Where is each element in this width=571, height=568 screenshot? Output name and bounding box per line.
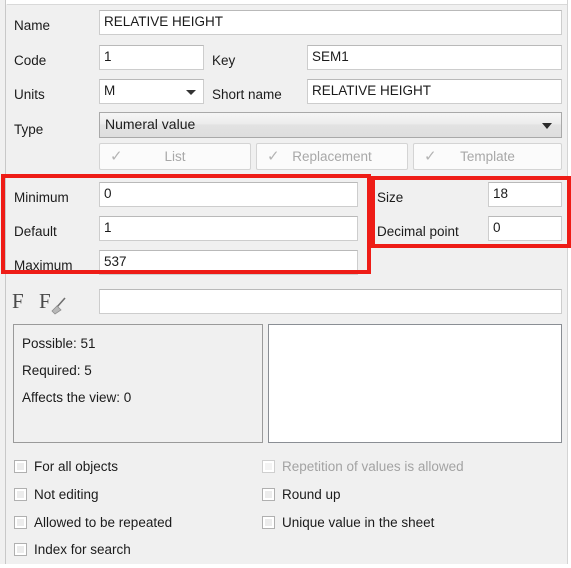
checkbox-box[interactable] <box>262 460 275 473</box>
list-button-label: List <box>164 149 186 164</box>
decimal-point-label: Decimal point <box>377 224 459 239</box>
list-button[interactable]: ✓ List <box>99 143 251 170</box>
checkbox-label: Round up <box>282 487 341 502</box>
name-input[interactable]: RELATIVE HEIGHT <box>99 10 562 35</box>
checkbox-repetition-of-values-is-allowed[interactable]: Repetition of values is allowed <box>262 459 464 474</box>
key-input[interactable]: SEM1 <box>307 45 562 70</box>
check-icon: ✓ <box>267 147 280 165</box>
size-input[interactable]: 18 <box>488 182 562 207</box>
window-frame-right <box>567 0 571 568</box>
checkbox-label: Repetition of values is allowed <box>282 459 464 474</box>
maximum-label: Maximum <box>14 258 73 273</box>
checkbox-box[interactable] <box>14 460 27 473</box>
chevron-down-icon <box>186 89 196 95</box>
window-frame-bottom <box>0 564 571 568</box>
type-combobox-value: Numeral value <box>105 116 196 132</box>
checkbox-box[interactable] <box>14 543 27 556</box>
type-label: Type <box>14 122 44 137</box>
checkbox-box[interactable] <box>14 488 27 501</box>
name-label: Name <box>14 18 51 33</box>
checkbox-box[interactable] <box>262 516 275 529</box>
required-count: Required: 5 <box>22 363 92 378</box>
replacement-button[interactable]: ✓ Replacement <box>256 143 408 170</box>
checkbox-label: Unique value in the sheet <box>282 515 435 530</box>
broom-icon[interactable] <box>48 295 70 317</box>
statistics-panel: Possible: 51 Required: 5 Affects the vie… <box>13 324 263 443</box>
checkbox-box[interactable] <box>14 516 27 529</box>
window-frame-left <box>0 0 6 568</box>
possible-count: Possible: 51 <box>22 336 96 351</box>
short-name-label: Short name <box>212 87 282 102</box>
code-input[interactable]: 1 <box>99 45 204 70</box>
chevron-down-icon <box>542 123 552 129</box>
checkbox-box[interactable] <box>262 488 275 501</box>
size-label: Size <box>377 190 404 205</box>
check-icon: ✓ <box>110 147 123 165</box>
checkbox-label: Index for search <box>34 542 131 557</box>
units-combobox-value: M <box>104 83 116 98</box>
pane-top-divider <box>7 4 567 5</box>
property-editor-window: Name RELATIVE HEIGHT Code 1 Key SEM1 Uni… <box>0 0 571 568</box>
key-label: Key <box>212 53 236 68</box>
type-combobox[interactable]: Numeral value <box>99 112 562 138</box>
checkbox-label: Allowed to be repeated <box>34 515 173 530</box>
minimum-input[interactable]: 0 <box>99 182 358 207</box>
units-combobox[interactable]: M <box>99 79 204 104</box>
formula-input[interactable] <box>99 289 562 314</box>
minimum-label: Minimum <box>14 190 69 205</box>
checkbox-label: Not editing <box>34 487 99 502</box>
default-input[interactable]: 1 <box>99 216 358 241</box>
checkbox-index-for-search[interactable]: Index for search <box>14 542 131 557</box>
replacement-button-label: Replacement <box>292 149 372 164</box>
template-button[interactable]: ✓ Template <box>413 143 562 170</box>
properties-pane: Name RELATIVE HEIGHT Code 1 Key SEM1 Uni… <box>7 4 567 564</box>
checkbox-allowed-to-be-repeated[interactable]: Allowed to be repeated <box>14 515 172 530</box>
notes-panel[interactable] <box>268 324 562 443</box>
default-label: Default <box>14 224 57 239</box>
units-label: Units <box>14 87 45 102</box>
checkbox-not-editing[interactable]: Not editing <box>14 487 99 502</box>
decimal-point-input[interactable]: 0 <box>488 216 562 241</box>
checkbox-for-all-objects[interactable]: For all objects <box>14 459 118 474</box>
checkbox-unique-value-in-the-sheet[interactable]: Unique value in the sheet <box>262 515 434 530</box>
checkbox-label: For all objects <box>34 459 119 474</box>
checkbox-round-up[interactable]: Round up <box>262 487 341 502</box>
template-button-label: Template <box>460 149 515 164</box>
code-label: Code <box>14 53 47 68</box>
check-icon: ✓ <box>424 147 437 165</box>
short-name-input[interactable]: RELATIVE HEIGHT <box>307 79 562 104</box>
affects-view-count: Affects the view: 0 <box>22 390 132 405</box>
formula-icon[interactable]: F <box>12 291 24 312</box>
maximum-input[interactable]: 537 <box>99 250 358 275</box>
